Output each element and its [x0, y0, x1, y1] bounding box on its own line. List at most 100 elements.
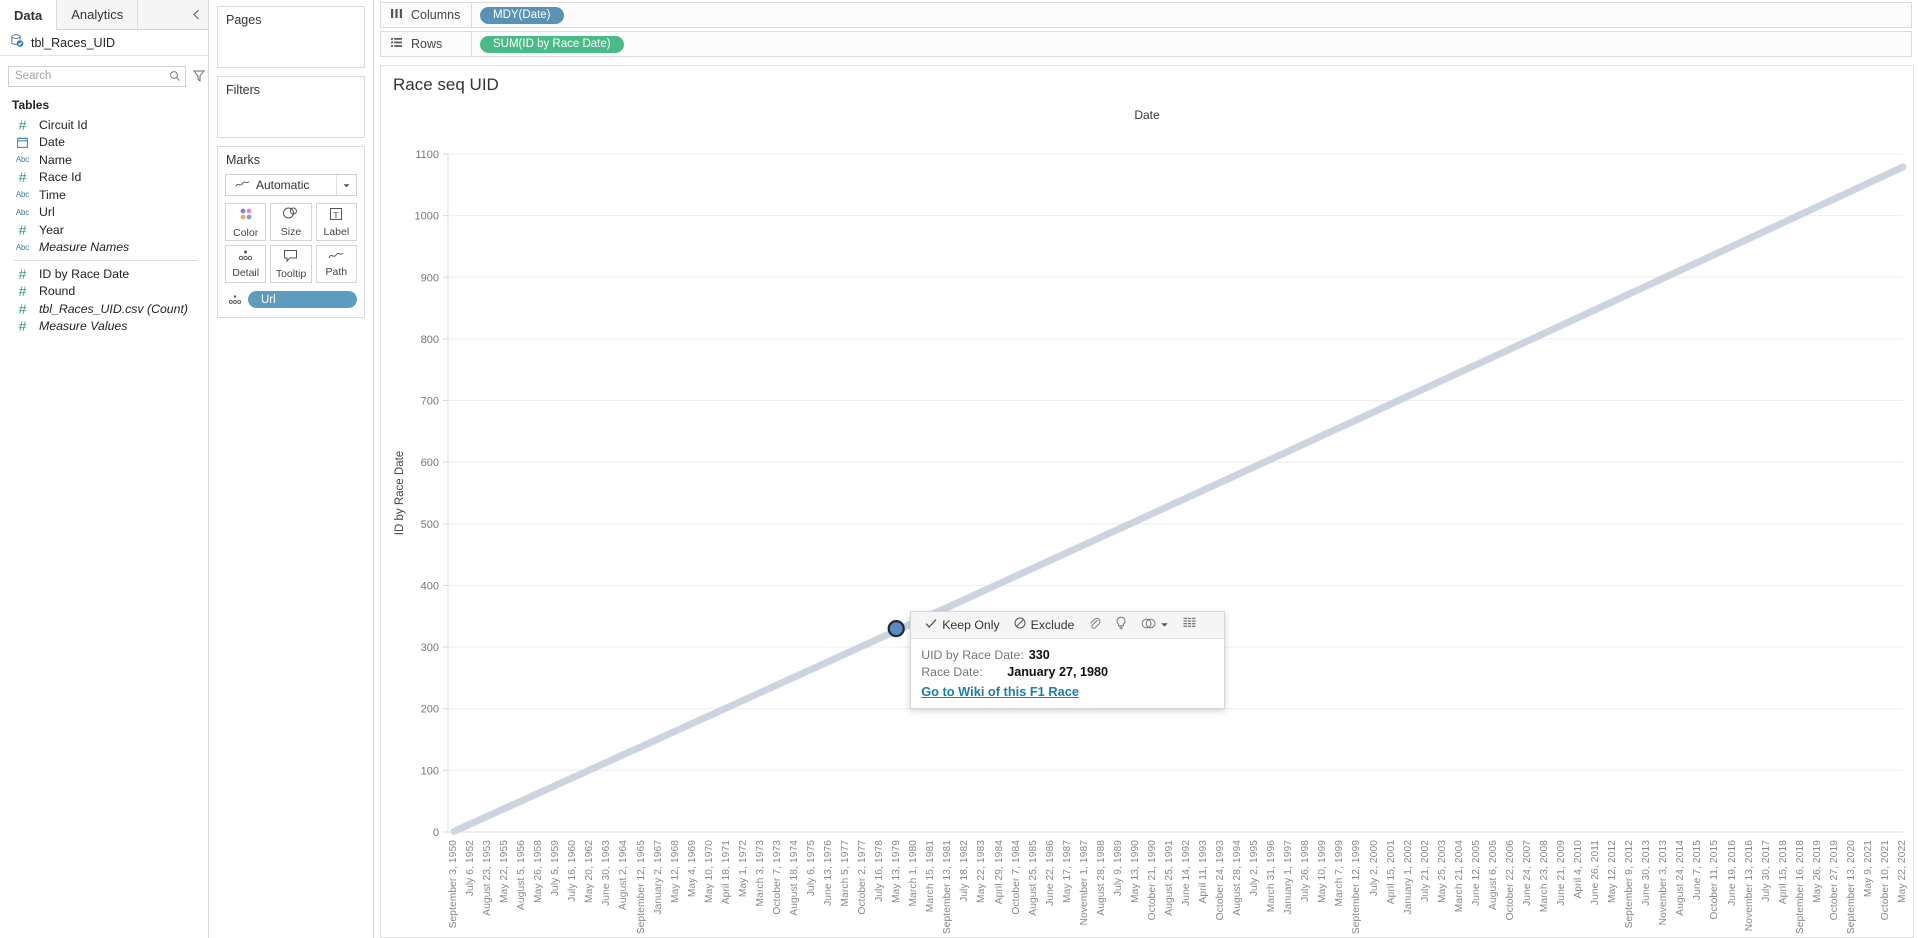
- filter-funnel-icon[interactable]: [192, 69, 206, 83]
- svg-text:1000: 1000: [415, 211, 439, 223]
- marks-size-button[interactable]: Size: [270, 203, 311, 241]
- x-axis-tick-label: June 22, 1986: [1045, 840, 1056, 906]
- cards-column: Pages Filters Marks Automatic: [209, 0, 374, 938]
- x-axis-tick-label: August 18, 1974: [789, 840, 800, 916]
- x-axis-tick-label: March 1, 1980: [908, 840, 919, 906]
- marks-pill-url[interactable]: Url: [248, 291, 357, 308]
- filters-card[interactable]: Filters: [217, 76, 365, 138]
- number-field-icon: #: [14, 302, 31, 316]
- exclude-label: Exclude: [1031, 618, 1075, 632]
- x-axis-tick-label: May 22, 2022: [1897, 840, 1908, 903]
- field-name[interactable]: Abc Name: [0, 151, 208, 169]
- field-id-by-race-date[interactable]: # ID by Race Date: [0, 265, 208, 283]
- pages-card[interactable]: Pages: [217, 6, 365, 68]
- marks-tooltip-button[interactable]: Tooltip: [270, 245, 311, 283]
- field-measure-values[interactable]: # Measure Values: [0, 318, 208, 336]
- field-circuit-id[interactable]: # Circuit Id: [0, 116, 208, 134]
- wiki-link[interactable]: Go to Wiki of this F1 Race: [921, 684, 1079, 699]
- tooltip-row-date: Race Date: January 27, 1980: [921, 664, 1214, 681]
- field-round[interactable]: # Round: [0, 283, 208, 301]
- field-label: Round: [39, 284, 75, 298]
- x-axis-tick-label: June 13, 1976: [823, 840, 834, 906]
- tab-analytics[interactable]: Analytics: [57, 0, 138, 29]
- x-axis-tick-label: June 12, 2005: [1471, 840, 1482, 906]
- pill-mdy-date[interactable]: MDY(Date): [480, 7, 564, 24]
- field-time[interactable]: Abc Time: [0, 186, 208, 204]
- x-axis-tick-label: August 28, 1994: [1232, 840, 1243, 916]
- x-axis-tick-label: May 13, 1979: [891, 840, 902, 903]
- marks-detail-pill-row: Url: [218, 283, 364, 308]
- tab-data[interactable]: Data: [0, 0, 57, 30]
- exclude-button[interactable]: Exclude: [1007, 612, 1082, 638]
- group-dropdown-caret[interactable]: [1158, 612, 1176, 638]
- number-field-icon: #: [14, 284, 31, 298]
- string-field-icon: Abc: [14, 155, 31, 164]
- x-axis-tick-label: January 2, 1967: [653, 840, 664, 915]
- data-pane-tabs: Data Analytics: [0, 0, 208, 30]
- x-axis-tick-label: September 9, 2012: [1624, 840, 1635, 928]
- x-axis-tick-label: January 1, 1997: [1283, 840, 1294, 915]
- mark-tooltip[interactable]: Keep Only Exclude: [910, 611, 1225, 709]
- tooltip-row-uid: UID by Race Date: 330: [921, 647, 1214, 664]
- view-data-button[interactable]: [1176, 612, 1203, 638]
- x-axis-tick-label: May 17, 1987: [1062, 840, 1073, 903]
- x-axis-tick-label: May 4, 1969: [687, 840, 698, 897]
- x-axis-tick-label: August 24, 2014: [1675, 840, 1686, 916]
- paperclip-button[interactable]: [1081, 612, 1108, 638]
- number-field-icon: #: [14, 223, 31, 237]
- columns-shelf-drop[interactable]: MDY(Date): [472, 2, 1912, 28]
- field-race-id[interactable]: # Race Id: [0, 169, 208, 187]
- field-date[interactable]: Date: [0, 134, 208, 152]
- pill-sum-id-by-race-date[interactable]: SUM(ID by Race Date): [480, 36, 624, 53]
- x-axis-tick-label: July 21, 2002: [1420, 840, 1431, 902]
- explain-data-button[interactable]: [1108, 612, 1134, 638]
- x-axis-tick-label: August 25, 1985: [1028, 840, 1039, 916]
- chevron-left-icon[interactable]: [184, 0, 208, 29]
- marks-detail-button[interactable]: Detail: [225, 245, 266, 283]
- field-measure-names[interactable]: Abc Measure Names: [0, 239, 208, 257]
- x-axis-tick-label: July 2, 1995: [1249, 840, 1260, 896]
- marks-path-button[interactable]: Path: [316, 245, 357, 283]
- svg-text:100: 100: [421, 765, 439, 777]
- line-chart-plot[interactable]: 010020030040050060070080090010001100ID b…: [381, 66, 1914, 936]
- x-axis-tick-label: July 9, 1989: [1113, 840, 1124, 896]
- x-axis-tick-label: June 7, 2015: [1692, 840, 1703, 900]
- field-label: ID by Race Date: [39, 267, 129, 281]
- field-year[interactable]: # Year: [0, 221, 208, 239]
- tooltip-value: January 27, 1980: [1007, 664, 1108, 681]
- field-label: Time: [39, 188, 66, 202]
- x-axis-tick-label: October 7, 1973: [772, 840, 783, 915]
- x-axis-tick-label: May 10, 1999: [1317, 840, 1328, 903]
- marks-label-button[interactable]: T Label: [316, 203, 357, 241]
- x-axis-tick-label: October 22, 2006: [1505, 840, 1516, 920]
- x-axis-tick-label: September 12, 1965: [636, 840, 647, 934]
- datasource-row[interactable]: tbl_Races_UID: [0, 30, 208, 56]
- x-axis-tick-label: June 21, 2009: [1556, 840, 1567, 906]
- field-url[interactable]: Abc Url: [0, 204, 208, 222]
- x-axis-tick-label: September 13, 1981: [942, 840, 953, 934]
- marks-buttons-grid: Color Size T Label: [218, 203, 364, 283]
- calendar-field-icon: [14, 137, 31, 148]
- keep-only-button[interactable]: Keep Only: [918, 612, 1006, 638]
- tooltip-value: 330: [1029, 647, 1050, 664]
- mark-type-dropdown[interactable]: Automatic: [225, 174, 357, 196]
- caret-down-icon: [1160, 618, 1169, 632]
- marks-card-title: Marks: [218, 147, 364, 172]
- x-axis-tick-label: June 30, 1963: [601, 840, 612, 906]
- field-label: tbl_Races_UID.csv (Count): [39, 302, 188, 316]
- field-label: Circuit Id: [39, 118, 88, 132]
- rows-shelf-label: Rows: [380, 31, 472, 57]
- field-label: Date: [39, 135, 65, 149]
- x-axis-tick-label: May 9, 2021: [1863, 840, 1874, 897]
- rows-shelf-drop[interactable]: SUM(ID by Race Date): [472, 31, 1912, 57]
- search-box[interactable]: [8, 66, 186, 87]
- caret-down-icon[interactable]: [336, 175, 356, 195]
- search-icon: [169, 70, 181, 82]
- field-label: Name: [39, 153, 72, 167]
- search-input[interactable]: [15, 70, 169, 82]
- tooltip-key: Race Date:: [921, 664, 1007, 681]
- x-axis-tick-label: August 2, 1964: [618, 840, 629, 910]
- field-table-count[interactable]: # tbl_Races_UID.csv (Count): [0, 300, 208, 318]
- group-members-button[interactable]: [1134, 612, 1158, 638]
- marks-color-button[interactable]: Color: [225, 203, 266, 241]
